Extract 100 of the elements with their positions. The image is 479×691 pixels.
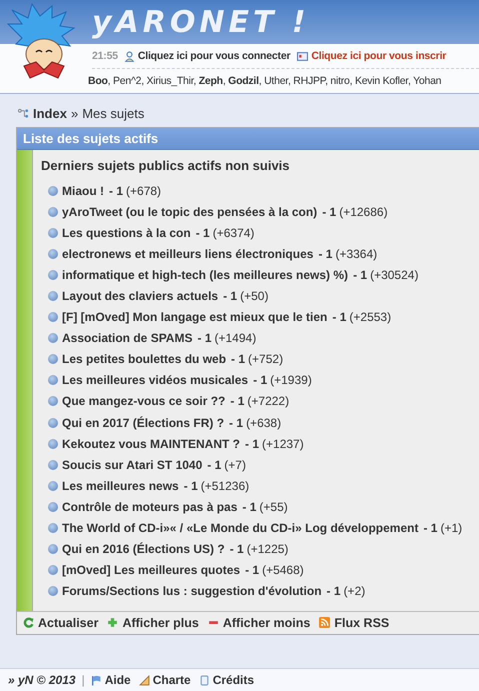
plus-icon [107, 617, 118, 628]
footer-link[interactable]: Charte [138, 673, 191, 687]
tree-icon [18, 108, 29, 118]
topic-count: - 1 [353, 268, 368, 282]
topic-count: - 1 [423, 521, 438, 536]
topic-link[interactable]: Miaou ! [62, 184, 104, 198]
footer-separator: | [82, 673, 85, 687]
bullet-icon [48, 186, 58, 196]
breadcrumb-current: Mes sujets [82, 106, 144, 120]
breadcrumb-separator: » [70, 106, 78, 120]
topic-count: - 1 [230, 394, 244, 408]
topic-delta: (+5468) [262, 563, 304, 578]
bullet-icon [48, 565, 58, 576]
topic-count: - 1 [332, 310, 346, 324]
bullet-icon [48, 544, 58, 554]
topic-link[interactable]: Les petites boulettes du web [62, 352, 226, 366]
topic-link[interactable]: Les meilleures news [62, 478, 179, 493]
section-title: Derniers sujets publics actifs non suivis [41, 158, 291, 173]
topic-delta: (+752) [248, 352, 284, 366]
bullet-icon [48, 502, 58, 512]
topic-delta: (+7222) [247, 394, 290, 408]
topic-count: - 1 [223, 289, 238, 304]
topic-count: - 1 [245, 436, 260, 451]
topic-count: - 1 [229, 416, 244, 430]
topic-delta: (+1225) [246, 542, 288, 556]
topic-delta: (+1494) [214, 331, 256, 346]
scroll-icon [198, 674, 210, 686]
refresh-icon [23, 617, 34, 628]
bullet-icon [48, 248, 58, 259]
topic-count: - 1 [197, 331, 212, 346]
topic-link[interactable]: Les questions à la con [62, 226, 191, 240]
bullet-icon [48, 523, 58, 534]
topic-delta: (+1939) [270, 373, 312, 388]
topic-count: - 1 [326, 584, 341, 598]
bullet-icon [48, 418, 58, 428]
topic-count: - 1 [184, 478, 198, 493]
topic-delta: (+7) [224, 458, 246, 472]
topic-count: - 1 [231, 352, 246, 366]
panel-action-link[interactable]: Afficher plus [107, 616, 199, 630]
topic-link[interactable]: informatique et high-tech (les meilleures news) %) [62, 268, 348, 282]
topic-link[interactable]: Qui en 2016 (Élections US) ? [62, 542, 225, 556]
bullet-icon [48, 396, 58, 406]
flag-icon [90, 674, 102, 686]
topic-link[interactable]: Forums/Sections lus : suggestion d'évolution [62, 584, 322, 598]
breadcrumb-link[interactable]: Index [33, 106, 67, 120]
topic-link[interactable]: Contrôle de moteurs pas à pas [62, 500, 238, 514]
login-link[interactable]: Cliquez ici pour vous connecter [138, 50, 290, 62]
bullet-icon [48, 354, 58, 364]
topic-link[interactable]: The World of CD-i»« / «Le Monde du CD-i» Log développement [62, 521, 418, 536]
topic-delta: (+3364) [335, 246, 378, 261]
panel-title: Liste des sujets actifs [17, 128, 479, 150]
bullet-icon [48, 312, 58, 322]
topic-delta: (+55) [259, 500, 288, 514]
topic-link[interactable]: Que mangez-vous ce soir ?? [62, 394, 226, 408]
panel-action-link[interactable]: Afficher moins [208, 616, 310, 630]
topic-link[interactable]: Association de SPAMS [62, 331, 192, 346]
bullet-icon [48, 291, 58, 302]
topic-link[interactable]: Qui en 2017 (Élections FR) ? [62, 416, 224, 430]
topic-link[interactable]: electronews et meilleurs liens électroniques [62, 246, 314, 261]
register-link[interactable]: Cliquez ici pour vous inscrir [311, 50, 446, 62]
topic-delta: (+2) [344, 584, 366, 598]
footer-link[interactable]: Aide [90, 673, 131, 687]
topic-delta: (+12686) [339, 204, 388, 219]
topic-link[interactable]: [F] [mOved] Mon langage est mieux que le tien [62, 310, 328, 324]
topic-delta: (+2553) [349, 310, 392, 324]
bullet-icon [48, 438, 58, 449]
topic-delta: (+51236) [200, 478, 250, 493]
topic-link[interactable]: yAroTweet (ou le topic des pensées à la con) [62, 204, 318, 219]
topic-count: - 1 [207, 458, 222, 472]
bullet-icon [48, 586, 58, 596]
topic-count: - 1 [322, 204, 336, 219]
topic-count: - 1 [245, 563, 260, 578]
topic-count: - 1 [253, 373, 268, 388]
user-icon [124, 50, 135, 62]
topic-link[interactable]: [mOved] Les meilleures quotes [62, 563, 240, 578]
clock-time: 21:55 [92, 50, 118, 62]
topic-link[interactable]: Soucis sur Atari ST 1040 [62, 458, 202, 472]
bullet-icon [48, 460, 58, 470]
topic-count: - 1 [242, 500, 256, 514]
topic-link[interactable]: Layout des claviers actuels [62, 289, 218, 304]
topic-link[interactable]: Kekoutez vous MAINTENANT ? [62, 436, 240, 451]
topic-delta: (+638) [246, 416, 282, 430]
bullet-icon [48, 333, 58, 344]
topic-count: - 1 [109, 184, 124, 198]
topic-count: - 1 [230, 542, 244, 556]
panel-action-link[interactable]: Actualiser [23, 616, 98, 630]
footer-link[interactable]: Crédits [198, 673, 254, 687]
bullet-icon [48, 480, 58, 491]
topic-delta: (+1237) [262, 436, 304, 451]
bullet-icon [48, 206, 58, 217]
bullet-icon [48, 375, 58, 386]
rss-icon [319, 617, 330, 628]
topic-link[interactable]: Les meilleures vidéos musicales [62, 373, 248, 388]
topic-count: - 1 [196, 226, 210, 240]
panel-action-link[interactable]: Flux RSS [319, 616, 390, 630]
topic-delta: (+678) [126, 184, 162, 198]
topic-delta: (+1) [440, 521, 462, 536]
copyright-text: » yN © 2013 [8, 673, 76, 687]
topic-count: - 1 [318, 246, 332, 261]
id-card-icon [297, 50, 308, 62]
